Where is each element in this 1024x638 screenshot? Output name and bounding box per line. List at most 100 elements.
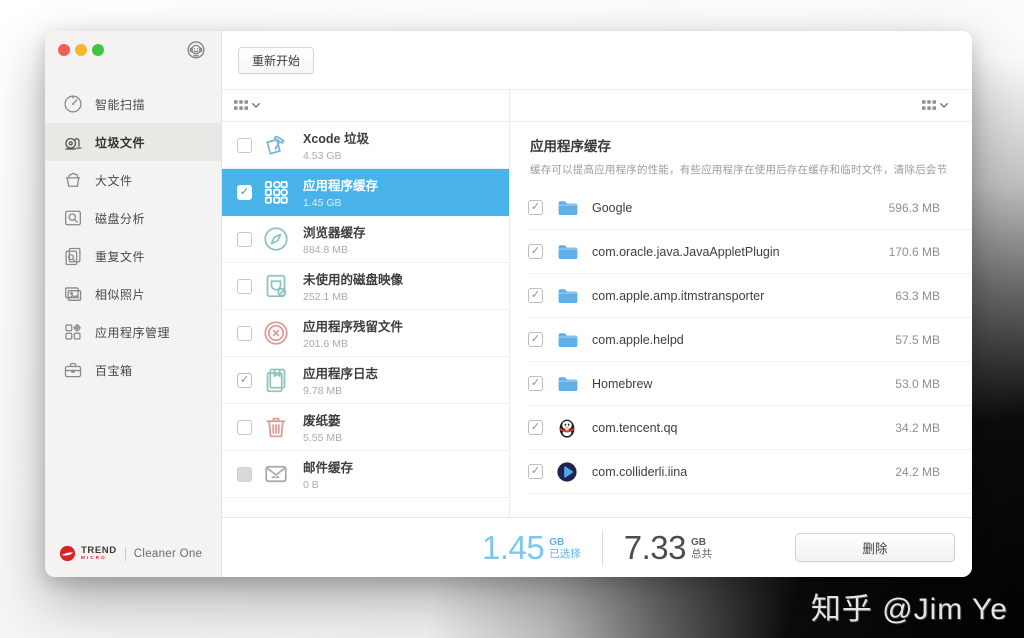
detail-item-name: com.tencent.qq [592,421,885,435]
checkbox[interactable] [528,332,543,347]
xcode-junk-icon [261,130,291,160]
app-manager-icon [62,321,84,343]
checkbox[interactable] [528,376,543,391]
iina-icon [555,460,579,484]
detail-row[interactable]: Homebrew53.0 MB [528,362,972,406]
app-logs-icon [261,365,291,395]
detail-row[interactable]: com.apple.amp.itmstransporter 63.3 MB [528,274,972,318]
checkbox[interactable] [237,185,252,200]
sidebar-nav: 智能扫描垃圾文件大文件磁盘分析重复文件相似照片应用程序管理百宝箱 [45,85,221,389]
sidebar-item-similar-photos[interactable]: 相似照片 [45,275,221,313]
mail-cache-icon [261,459,291,489]
detail-row[interactable]: com.apple.helpd57.5 MB [528,318,972,362]
checkbox[interactable] [528,464,543,479]
minimize-button[interactable] [75,44,87,56]
checkbox[interactable] [237,373,252,388]
category-size: 1.45 GB [303,197,378,209]
sidebar-item-label: 应用程序管理 [95,324,170,341]
checkbox[interactable] [237,467,252,482]
sidebar-item-label: 磁盘分析 [95,210,145,227]
sidebar-item-large-files[interactable]: 大文件 [45,161,221,199]
detail-column: 应用程序缓存 缓存可以提高应用程序的性能，有些应用程序在使用后存在缓存和临时文件… [510,90,972,517]
selected-size-unit: GB [549,537,581,549]
checkbox[interactable] [528,420,543,435]
product-name: Cleaner One [134,548,203,560]
checkbox[interactable] [528,200,543,215]
checkbox[interactable] [237,326,252,341]
qq-icon [555,416,579,440]
category-row-mail-cache[interactable]: 邮件缓存0 B [222,451,509,498]
category-row-xcode-junk[interactable]: Xcode 垃圾 4.53 GB [222,122,509,169]
category-column: Xcode 垃圾 4.53 GB 应用程序缓存1.45 GB 浏览器缓存 884.8 M… [222,90,510,517]
selection-summary: 1.45 GB 已选择 7.33 GB 总共 [482,529,712,567]
detail-item-name: com.apple.amp.itmstransporter [592,289,885,303]
folder-icon [555,240,579,264]
sidebar-item-label: 大文件 [95,172,133,189]
trash-icon [261,412,291,442]
desktop-background: 智能扫描垃圾文件大文件磁盘分析重复文件相似照片应用程序管理百宝箱 TREND M… [0,0,1024,638]
detail-row[interactable]: com.oracle.java.JavaAppletPlugin 170.6 MB [528,230,972,274]
sidebar-item-smart-scan[interactable]: 智能扫描 [45,85,221,123]
junk-files-icon [62,131,84,153]
category-row-app-leftover[interactable]: 应用程序残留文件201.6 MB [222,310,509,357]
close-button[interactable] [58,44,70,56]
restart-button[interactable]: 重新开始 [238,47,314,74]
detail-item-size: 63.3 MB [895,289,940,303]
detail-item-name: com.colliderli.iina [592,465,885,479]
checkbox[interactable] [237,420,252,435]
support-icon[interactable] [185,39,207,61]
detail-item-size: 24.2 MB [895,465,940,479]
category-name: 应用程序日志 [303,363,378,382]
brand-micro: MICRO [81,556,117,561]
detail-row[interactable]: Google596.3 MB [528,186,972,230]
category-row-browser-cache[interactable]: 浏览器缓存 884.8 MB [222,216,509,263]
category-name: 应用程序残留文件 [303,316,403,335]
sidebar-item-toolbox[interactable]: 百宝箱 [45,351,221,389]
checkbox[interactable] [237,138,252,153]
detail-item-name: com.oracle.java.JavaAppletPlugin [592,245,879,259]
view-options-button[interactable] [922,100,948,111]
checkbox[interactable] [528,244,543,259]
detail-description: 缓存可以提高应用程序的性能，有些应用程序在使用后存在缓存和临时文件，清除后会节约… [530,162,948,177]
sidebar-item-junk-files[interactable]: 垃圾文件 [45,123,221,161]
category-row-trash[interactable]: 废纸篓5.55 MB [222,404,509,451]
main-area: 重新开始 Xcode 垃圾4.53 GB应用程序缓存1.45 GB浏览器缓存88… [222,31,972,577]
category-size: 884.8 MB [303,244,366,256]
category-name: 浏览器缓存 [303,222,366,241]
detail-item-size: 170.6 MB [889,245,940,259]
category-row-disk-image[interactable]: 未使用的磁盘映像252.1 MB [222,263,509,310]
detail-title: 应用程序缓存 [530,135,948,155]
zoom-button[interactable] [92,44,104,56]
sidebar: 智能扫描垃圾文件大文件磁盘分析重复文件相似照片应用程序管理百宝箱 TREND M… [45,31,222,577]
sidebar-item-label: 相似照片 [95,286,145,303]
bottom-bar: 1.45 GB 已选择 7.33 GB 总共 删除 [222,517,972,577]
duplicate-files-icon [62,245,84,267]
checkbox[interactable] [237,232,252,247]
watermark: 知乎 @Jim Ye [811,584,1008,628]
sidebar-item-duplicate-files[interactable]: 重复文件 [45,237,221,275]
sidebar-item-label: 智能扫描 [95,96,145,113]
checkbox[interactable] [237,279,252,294]
toolbox-icon [62,359,84,381]
sidebar-item-disk-analysis[interactable]: 磁盘分析 [45,199,221,237]
view-options-button[interactable] [234,100,260,111]
category-size: 0 B [303,479,353,491]
window-controls [58,44,104,56]
category-row-app-logs[interactable]: 应用程序日志9.78 MB [222,357,509,404]
category-name: Xcode 垃圾 [303,128,369,147]
sidebar-item-app-manager[interactable]: 应用程序管理 [45,313,221,351]
detail-item-name: Homebrew [592,377,885,391]
sidebar-item-label: 百宝箱 [95,362,133,379]
detail-item-size: 34.2 MB [895,421,940,435]
checkbox[interactable] [528,288,543,303]
sidebar-item-label: 垃圾文件 [95,134,145,151]
topbar: 重新开始 [222,31,972,90]
category-size: 4.53 GB [303,150,369,162]
total-size-value: 7.33 [624,529,686,567]
category-row-app-cache[interactable]: 应用程序缓存1.45 GB [222,169,509,216]
detail-row[interactable]: com.colliderli.iina 24.2 MB [528,450,972,494]
app-cache-icon [261,177,291,207]
detail-row[interactable]: com.tencent.qq 34.2 MB [528,406,972,450]
app-leftover-icon [261,318,291,348]
delete-button[interactable]: 删除 [795,533,955,562]
